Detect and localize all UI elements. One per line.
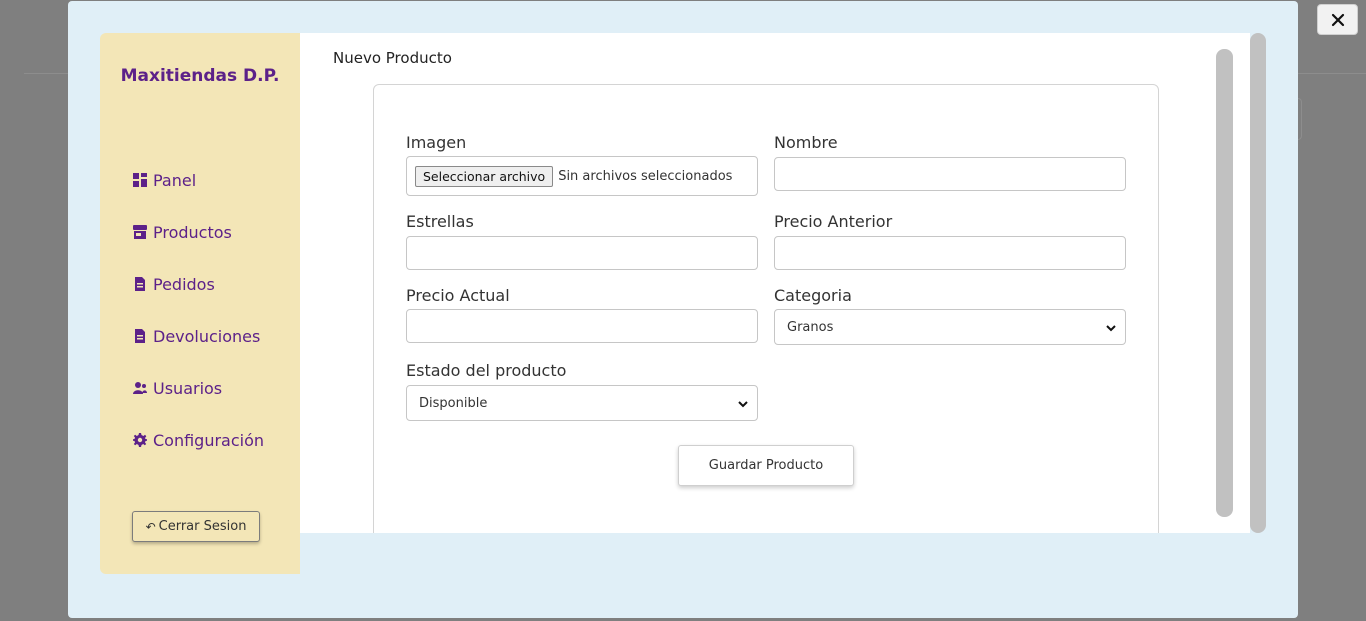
current-price-label: Precio Actual: [406, 286, 510, 305]
status-select[interactable]: Disponible: [406, 385, 758, 421]
category-selected-value: Granos: [787, 319, 834, 335]
stars-label: Estrellas: [406, 212, 474, 231]
document-icon: [132, 276, 148, 292]
image-file-input[interactable]: Seleccionar archivo Sin archivos selecci…: [406, 156, 758, 196]
page-title: Nuevo Producto: [333, 49, 452, 67]
grid-icon: [132, 172, 148, 188]
choose-file-button[interactable]: Seleccionar archivo: [415, 165, 554, 187]
logout-label: Cerrar Sesion: [158, 519, 247, 534]
sidebar-item-pedidos[interactable]: Pedidos: [132, 272, 215, 296]
form-panel: Nuevo Producto Imagen Seleccionar archiv…: [300, 33, 1250, 533]
users-icon: [132, 380, 148, 396]
sidebar-item-label: Panel: [153, 170, 197, 190]
stars-input[interactable]: [406, 236, 758, 270]
sidebar-item-productos[interactable]: Productos: [132, 220, 232, 244]
gear-icon: [132, 432, 148, 448]
sidebar-item-devoluciones[interactable]: Devoluciones: [132, 324, 260, 348]
logout-icon: ↶: [145, 519, 156, 534]
inner-scrollbar[interactable]: [1216, 49, 1233, 517]
sidebar-item-label: Devoluciones: [153, 326, 261, 346]
sidebar-item-label: Pedidos: [153, 274, 215, 294]
file-status: Sin archivos seleccionados: [558, 168, 733, 184]
old-price-input[interactable]: [774, 236, 1126, 270]
sidebar-item-usuarios[interactable]: Usuarios: [132, 376, 222, 400]
sidebar-item-panel[interactable]: Panel: [132, 168, 196, 192]
outer-scrollbar[interactable]: [1250, 33, 1266, 533]
save-product-button[interactable]: Guardar Producto: [678, 445, 854, 486]
document-icon: [132, 328, 148, 344]
sidebar-item-label: Productos: [153, 222, 232, 242]
logout-button[interactable]: ↶ Cerrar Sesion: [132, 511, 260, 542]
brand-name: Maxitiendas D.P.: [120, 66, 280, 86]
name-label: Nombre: [774, 133, 838, 152]
status-label: Estado del producto: [406, 361, 567, 380]
close-button[interactable]: [1317, 4, 1358, 35]
form-card: Imagen Seleccionar archivo Sin archivos …: [373, 84, 1159, 533]
store-icon: [132, 224, 148, 240]
image-label: Imagen: [406, 133, 467, 152]
current-price-input[interactable]: [406, 309, 758, 343]
old-price-label: Precio Anterior: [774, 212, 893, 231]
chevron-down-icon: [738, 401, 748, 408]
background-element: [1298, 98, 1302, 140]
sidebar-item-label: Usuarios: [153, 378, 223, 398]
sidebar-item-label: Configuración: [153, 430, 265, 450]
close-icon: [1331, 13, 1344, 26]
sidebar: Maxitiendas D.P. Panel Productos Pedidos…: [100, 33, 300, 574]
status-selected-value: Disponible: [419, 395, 488, 411]
name-input[interactable]: [774, 157, 1126, 191]
sidebar-item-configuracion[interactable]: Configuración: [132, 428, 264, 452]
category-label: Categoria: [774, 286, 852, 305]
chevron-down-icon: [1106, 325, 1116, 332]
category-select[interactable]: Granos: [774, 309, 1126, 345]
brand-logo-text: Maxitiendas D.P.: [100, 65, 300, 87]
